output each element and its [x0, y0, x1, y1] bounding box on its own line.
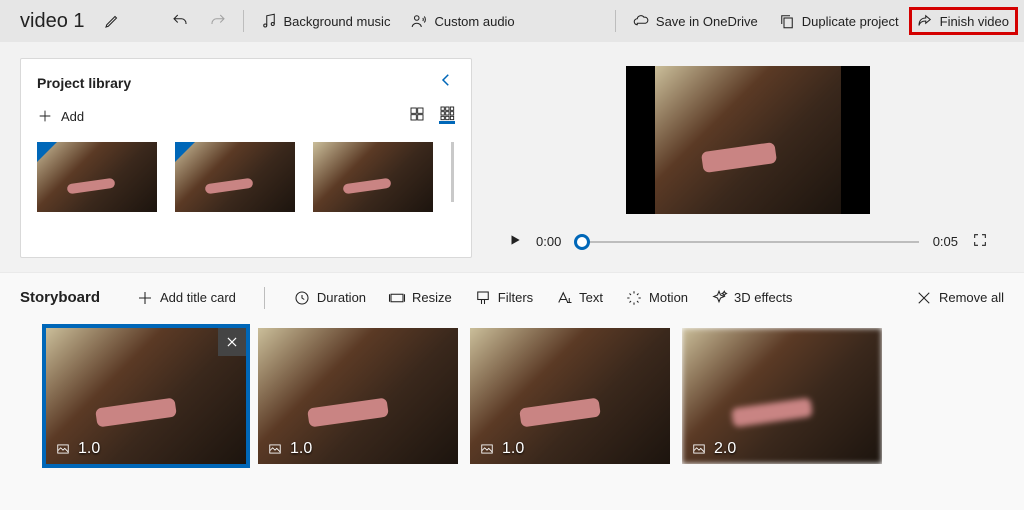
resize-button[interactable]: Resize [388, 289, 452, 307]
seek-knob[interactable] [574, 234, 590, 250]
motion-button[interactable]: Motion [625, 289, 688, 307]
grid-2x2-icon [409, 106, 425, 122]
custom-audio-button[interactable]: Custom audio [400, 6, 524, 36]
cloud-icon [632, 12, 650, 30]
music-icon [260, 12, 278, 30]
resize-icon [388, 289, 406, 307]
library-scrollbar[interactable] [451, 142, 454, 202]
storyboard-clip[interactable]: 1.0 [46, 328, 246, 464]
storyboard-clip[interactable]: 2.0 [682, 328, 882, 464]
text-label: Text [579, 290, 603, 305]
rename-button[interactable] [93, 6, 131, 36]
project-title: video 1 [0, 10, 93, 33]
seek-bar[interactable] [575, 241, 918, 243]
remove-all-button[interactable]: Remove all [915, 289, 1004, 307]
image-icon [266, 442, 284, 456]
view-small-button[interactable] [439, 108, 455, 124]
undo-icon [171, 12, 189, 30]
background-music-label: Background music [284, 14, 391, 29]
filters-icon [474, 289, 492, 307]
fullscreen-icon [972, 232, 988, 248]
person-audio-icon [410, 12, 428, 30]
motion-icon [625, 289, 643, 307]
storyboard-clip[interactable]: 1.0 [258, 328, 458, 464]
clip-duration: 2.0 [714, 440, 736, 458]
redo-button[interactable] [199, 6, 237, 36]
separator [264, 287, 265, 309]
grid-3x3-icon [439, 105, 455, 121]
clip-duration-badge: 1.0 [54, 440, 100, 458]
image-icon [478, 442, 496, 456]
project-library-panel: Project library Add [20, 58, 472, 258]
custom-audio-label: Custom audio [434, 14, 514, 29]
separator [243, 10, 244, 32]
storyboard-title: Storyboard [20, 289, 100, 306]
close-icon [915, 289, 933, 307]
remove-label: Remove all [939, 290, 1004, 305]
text-button[interactable]: Text [555, 289, 603, 307]
effects-label: 3D effects [734, 290, 792, 305]
share-icon [916, 12, 934, 30]
add-label: Add [61, 109, 84, 124]
storyboard-clips: 1.0 1.0 1.0 2.0 [0, 322, 1024, 510]
duplicate-icon [778, 12, 796, 30]
filters-button[interactable]: Filters [474, 289, 533, 307]
view-large-button[interactable] [409, 108, 425, 124]
3d-effects-button[interactable]: 3D effects [710, 289, 792, 307]
middle-area: Project library Add [0, 42, 1024, 272]
background-music-button[interactable]: Background music [250, 6, 401, 36]
text-icon [555, 289, 573, 307]
image-icon [690, 442, 708, 456]
plus-icon [136, 289, 154, 307]
add-title-card-button[interactable]: Add title card [136, 289, 236, 307]
top-bar: video 1 Background music Custom audio Sa… [0, 0, 1024, 42]
time-total: 0:05 [933, 234, 958, 249]
collapse-library-button[interactable] [437, 71, 455, 94]
undo-button[interactable] [161, 6, 199, 36]
used-marker-icon [37, 142, 57, 162]
time-current: 0:00 [536, 234, 561, 249]
finish-label: Finish video [940, 14, 1009, 29]
clock-icon [293, 289, 311, 307]
duplicate-label: Duplicate project [802, 14, 899, 29]
close-icon [225, 335, 239, 349]
save-onedrive-button[interactable]: Save in OneDrive [622, 6, 768, 36]
duration-button[interactable]: Duration [293, 289, 366, 307]
finish-video-button[interactable]: Finish video [909, 7, 1018, 35]
clip-duration: 1.0 [78, 440, 100, 458]
storyboard-toolbar: Storyboard Add title card Duration Resiz… [0, 272, 1024, 322]
chevron-left-icon [437, 71, 455, 89]
fullscreen-button[interactable] [972, 232, 988, 251]
library-thumb[interactable] [313, 142, 433, 212]
clip-duration-badge: 1.0 [266, 440, 312, 458]
resize-label: Resize [412, 290, 452, 305]
clip-duration-badge: 2.0 [690, 440, 736, 458]
pencil-icon [103, 12, 121, 30]
play-icon [508, 233, 522, 247]
preview-player: 0:00 0:05 [472, 42, 1024, 272]
plus-icon [37, 108, 53, 124]
used-marker-icon [175, 142, 195, 162]
remove-clip-button[interactable] [218, 328, 246, 356]
add-media-button[interactable]: Add [37, 108, 84, 124]
save-label: Save in OneDrive [656, 14, 758, 29]
clip-duration-badge: 1.0 [478, 440, 524, 458]
storyboard-clip[interactable]: 1.0 [470, 328, 670, 464]
clip-duration: 1.0 [502, 440, 524, 458]
duplicate-button[interactable]: Duplicate project [768, 6, 909, 36]
library-title: Project library [37, 75, 131, 91]
duration-label: Duration [317, 290, 366, 305]
sparkle-icon [710, 289, 728, 307]
motion-label: Motion [649, 290, 688, 305]
library-thumb[interactable] [175, 142, 295, 212]
library-thumb[interactable] [37, 142, 157, 212]
play-button[interactable] [508, 233, 522, 250]
separator [615, 10, 616, 32]
image-icon [54, 442, 72, 456]
filters-label: Filters [498, 290, 533, 305]
preview-frame[interactable] [626, 66, 870, 214]
redo-icon [209, 12, 227, 30]
clip-duration: 1.0 [290, 440, 312, 458]
add-title-label: Add title card [160, 290, 236, 305]
